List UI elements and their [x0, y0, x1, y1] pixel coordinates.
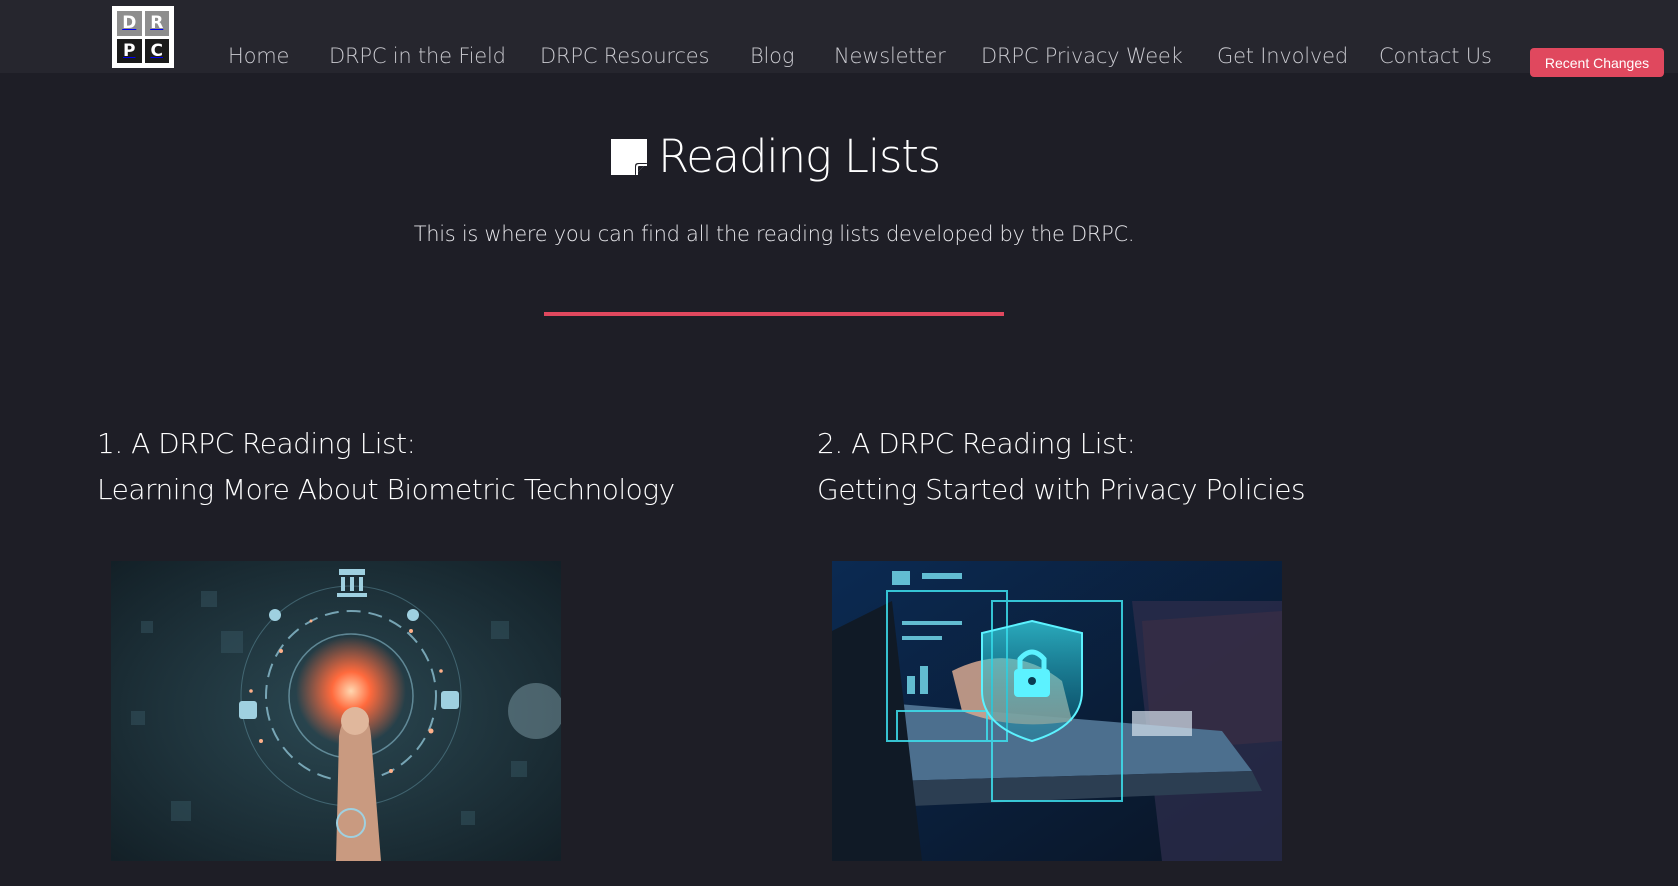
page-heading: Reading Lists: [0, 130, 1548, 183]
nav-newsletter[interactable]: Newsletter: [834, 44, 946, 68]
section-divider: [544, 312, 1004, 316]
nav-blog[interactable]: Blog: [750, 44, 794, 68]
reading-list-2-subject: Getting Started with Privacy Policies: [817, 473, 1306, 506]
main-nav: Home DRPC in the Field DRPC Resources Bl…: [0, 44, 1678, 74]
reading-list-1-title[interactable]: 1. A DRPC Reading List: Learning More Ab…: [97, 421, 675, 513]
reading-list-1-number: 1. A DRPC Reading List:: [97, 427, 416, 460]
laptop-padlock-security-image[interactable]: [832, 561, 1282, 861]
page-subtitle: This is where you can find all the readi…: [413, 222, 1135, 246]
nav-contact-us[interactable]: Contact Us: [1379, 44, 1492, 68]
fingerprint-illustration: [111, 561, 561, 861]
nav-drpc-in-the-field[interactable]: DRPC in the Field: [329, 44, 506, 68]
nav-drpc-resources[interactable]: DRPC Resources: [540, 44, 709, 68]
reading-list-2-number: 2. A DRPC Reading List:: [817, 427, 1136, 460]
nav-get-involved[interactable]: Get Involved: [1217, 44, 1348, 68]
reading-list-2-title[interactable]: 2. A DRPC Reading List: Getting Started …: [817, 421, 1306, 513]
nav-home[interactable]: Home: [228, 44, 289, 68]
sticky-note-icon: [611, 138, 648, 175]
recent-changes-button[interactable]: Recent Changes: [1530, 48, 1664, 77]
logo-letter-r: R: [144, 11, 169, 36]
logo-letter-d: D: [117, 11, 142, 36]
page-title: Reading Lists: [658, 130, 941, 183]
reading-list-1-subject: Learning More About Biometric Technology: [97, 473, 675, 506]
laptop-security-illustration: [832, 561, 1282, 861]
nav-drpc-privacy-week[interactable]: DRPC Privacy Week: [981, 44, 1183, 68]
fingerprint-biometric-image[interactable]: [111, 561, 561, 861]
